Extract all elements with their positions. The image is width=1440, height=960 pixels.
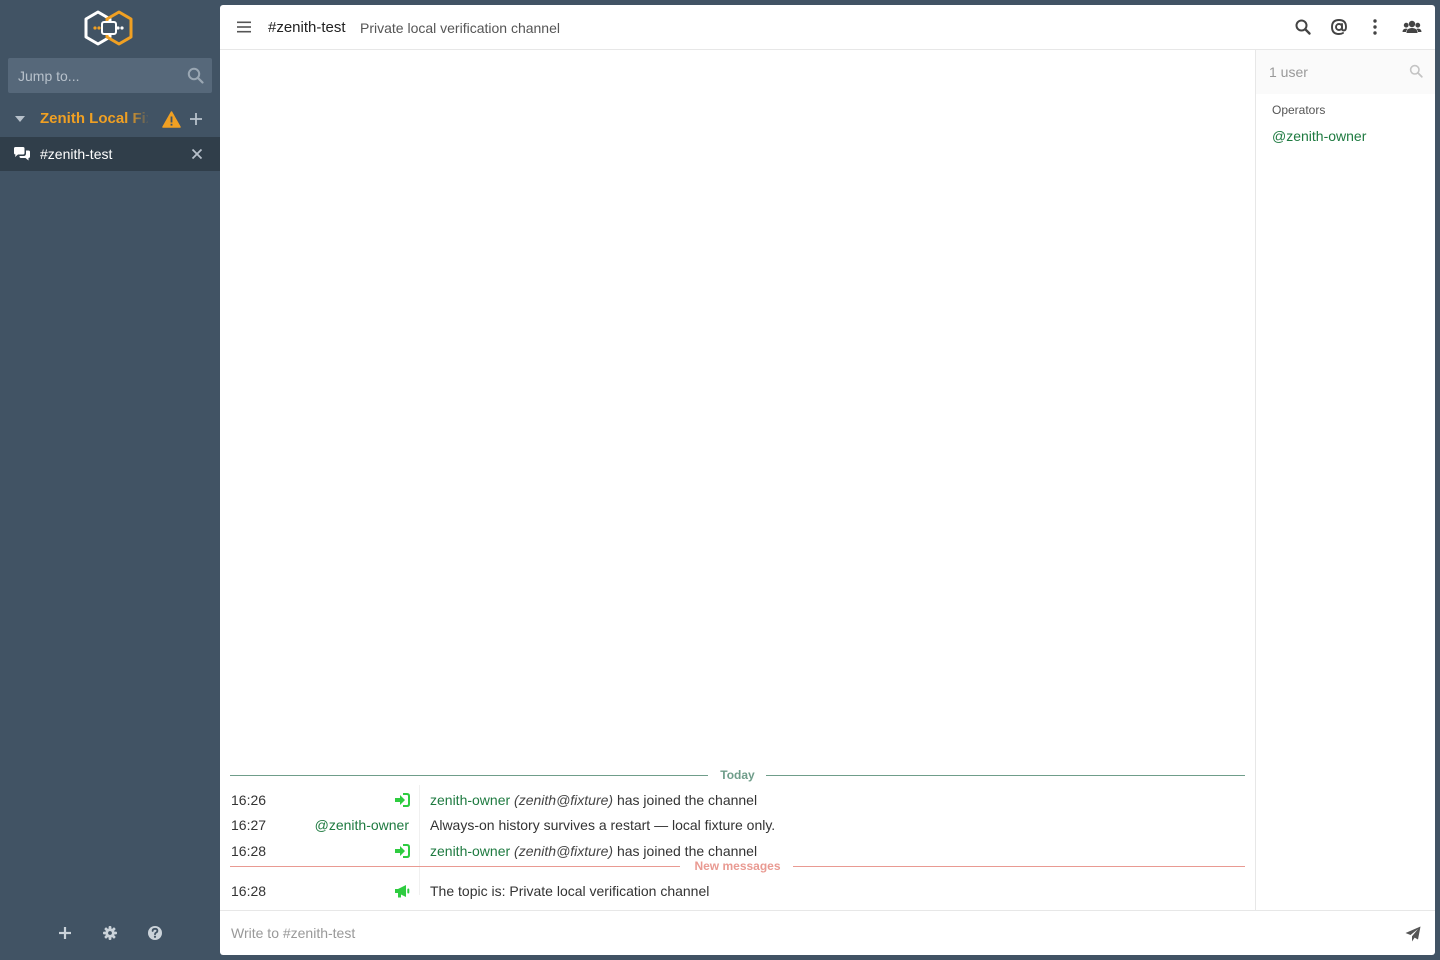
gear-icon[interactable] — [101, 924, 119, 942]
search-icon — [1409, 64, 1423, 78]
unread-divider: New messages — [230, 859, 1245, 873]
main-panel: #zenith-test Private local verification … — [220, 5, 1435, 955]
channel-topic: Private local verification channel — [360, 20, 560, 36]
chevron-down-icon[interactable] — [15, 115, 25, 123]
plus-icon[interactable] — [56, 924, 74, 942]
channel-title: #zenith-test — [268, 19, 346, 36]
unread-divider-label: New messages — [694, 859, 781, 873]
app-window: Zenith Local Fixture #zenith-test — [0, 0, 1440, 960]
chat-messages: Today 16:26 zenith-owner (zenith@fixture… — [220, 50, 1255, 910]
join-icon — [395, 844, 410, 858]
message-row: 16:26 zenith-owner (zenith@fixture) has … — [220, 789, 1255, 811]
message-host: (zenith@fixture) — [514, 843, 614, 859]
message-composer — [220, 910, 1435, 955]
date-divider: Today — [230, 768, 1245, 782]
network-row[interactable]: Zenith Local Fixture — [0, 102, 220, 136]
message-nick[interactable]: zenith-owner — [430, 843, 510, 859]
message-content: The topic is: Private local verification… — [430, 883, 710, 899]
message-input[interactable] — [220, 911, 1390, 955]
warning-icon[interactable] — [162, 111, 181, 128]
channel-name[interactable]: #zenith-test — [40, 145, 112, 163]
message-content: zenith-owner (zenith@fixture) has joined… — [430, 791, 757, 809]
join-channel-plus-icon[interactable] — [189, 112, 203, 126]
message-sender[interactable]: @zenith-owner — [315, 816, 409, 834]
more-icon[interactable] — [1366, 18, 1384, 36]
sidebar: Zenith Local Fixture #zenith-test — [0, 0, 220, 960]
jump-to-input[interactable] — [8, 58, 212, 93]
sidebar-item-channel[interactable]: #zenith-test — [0, 137, 220, 171]
help-icon[interactable] — [146, 924, 164, 942]
user-search-box — [1256, 50, 1435, 94]
message-time: 16:28 — [231, 843, 267, 859]
message-text: has joined the channel — [616, 792, 758, 808]
chat-icon — [14, 147, 30, 161]
megaphone-icon — [395, 885, 410, 898]
mention-icon[interactable] — [1330, 18, 1348, 36]
message-nick[interactable]: zenith-owner — [430, 792, 510, 808]
message-content: zenith-owner (zenith@fixture) has joined… — [430, 842, 757, 860]
thelounge-logo-icon[interactable] — [84, 9, 136, 47]
message-content: Always-on history survives a restart — l… — [430, 817, 776, 833]
message-row: 16:28 The topic is: Private local verifi… — [220, 880, 1255, 902]
search-icon[interactable] — [1294, 18, 1312, 36]
search-icon[interactable] — [187, 67, 204, 84]
message-time: 16:27 — [231, 817, 267, 833]
user-list-item[interactable]: @zenith-owner — [1272, 127, 1366, 145]
menu-icon[interactable] — [236, 19, 252, 35]
message-time: 16:26 — [231, 792, 267, 808]
channel-header: #zenith-test Private local verification … — [220, 5, 1435, 50]
message-text: has joined the channel — [616, 843, 758, 859]
message-time: 16:28 — [231, 883, 267, 899]
user-list: Operators @zenith-owner — [1255, 50, 1435, 910]
jump-to-box — [8, 58, 212, 93]
close-icon[interactable] — [191, 148, 203, 160]
network-name-fade — [128, 108, 150, 130]
user-group-label: Operators — [1272, 103, 1326, 117]
message-row: 16:27 @zenith-owner Always-on history su… — [220, 814, 1255, 836]
message-host: (zenith@fixture) — [514, 792, 614, 808]
join-icon — [395, 793, 410, 807]
users-icon[interactable] — [1402, 18, 1422, 36]
send-icon[interactable] — [1405, 926, 1421, 942]
date-divider-label: Today — [720, 768, 755, 782]
